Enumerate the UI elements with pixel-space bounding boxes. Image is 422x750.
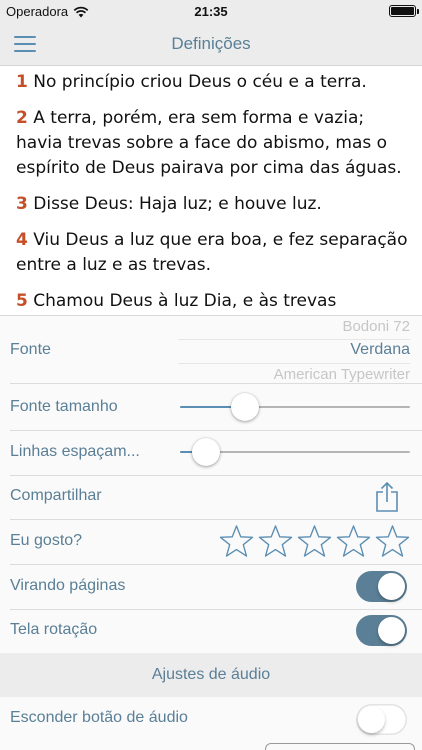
line-spacing-slider[interactable] (180, 438, 410, 466)
line-spacing-label: Linhas espaçam... (10, 443, 140, 460)
nav-bar: Definições (0, 22, 422, 66)
rating-row: Eu gosto? (0, 520, 422, 565)
star-outline-icon[interactable] (336, 524, 371, 558)
rotation-label: Tela rotação (10, 621, 98, 638)
page-turn-toggle[interactable] (356, 571, 407, 602)
rating-stars[interactable] (219, 524, 410, 558)
verse-number: 2 (16, 108, 28, 128)
verse-text: Disse Deus: Haja luz; e houve luz. (33, 194, 322, 214)
status-bar: Operadora 21:35 (0, 0, 422, 22)
verse-number: 5 (16, 291, 28, 311)
battery-icon (389, 5, 419, 17)
verse-text: A terra, porém, era sem forma e vazia; h… (16, 108, 402, 178)
rotation-toggle[interactable] (356, 615, 407, 646)
status-time: 21:35 (194, 4, 228, 19)
font-size-slider[interactable] (180, 393, 410, 421)
bottom-button[interactable] (265, 743, 415, 750)
share-label: Compartilhar (10, 487, 102, 504)
hide-audio-label: Esconder botão de áudio (10, 709, 188, 726)
audio-section-header: Ajustes de áudio (0, 653, 422, 697)
font-option[interactable]: American Typewriter (274, 366, 410, 382)
slider-thumb[interactable] (230, 393, 259, 421)
star-outline-icon[interactable] (375, 524, 410, 558)
font-option-selected[interactable]: Verdana (350, 341, 410, 359)
font-size-row: Fonte tamanho (0, 384, 422, 431)
verse-text: Viu Deus a luz que era boa, e fez separa… (16, 230, 408, 275)
hide-audio-toggle[interactable] (356, 704, 407, 735)
font-size-label: Fonte tamanho (10, 398, 118, 415)
slider-thumb[interactable] (192, 438, 221, 466)
verse: 5 Chamou Deus à luz Dia, e às trevas (16, 289, 410, 314)
verse-text: No princípio criou Deus o céu e a terra. (33, 72, 367, 92)
verse-text: Chamou Deus à luz Dia, e às trevas (33, 291, 337, 311)
line-spacing-row: Linhas espaçam... (0, 431, 422, 476)
font-row: Fonte Bodoni 72 Verdana American Typewri… (0, 316, 422, 384)
star-outline-icon[interactable] (219, 524, 254, 558)
verse: 4 Viu Deus a luz que era boa, e fez sepa… (16, 228, 410, 278)
verse: 1 No princípio criou Deus o céu e a terr… (16, 70, 410, 95)
settings-panel: Fonte Bodoni 72 Verdana American Typewri… (0, 315, 422, 750)
font-picker[interactable]: Bodoni 72 Verdana American Typewriter (178, 316, 410, 382)
rotation-row: Tela rotação (0, 610, 422, 653)
share-row[interactable]: Compartilhar (0, 476, 422, 520)
page-turn-row: Virando páginas (0, 565, 422, 610)
page-turn-label: Virando páginas (10, 577, 126, 594)
star-outline-icon[interactable] (297, 524, 332, 558)
star-outline-icon[interactable] (258, 524, 293, 558)
verse: 3 Disse Deus: Haja luz; e houve luz. (16, 192, 410, 217)
verse-number: 4 (16, 230, 28, 250)
font-label: Fonte (10, 341, 51, 358)
rating-label: Eu gosto? (10, 532, 83, 549)
bible-text: 1 No princípio criou Deus o céu e a terr… (0, 66, 422, 315)
page-title: Definições (171, 34, 251, 53)
font-option[interactable]: Bodoni 72 (342, 318, 410, 335)
hide-audio-row: Esconder botão de áudio (0, 697, 422, 743)
verse-number: 3 (16, 194, 28, 214)
verse-number: 1 (16, 72, 28, 92)
verse: 2 A terra, porém, era sem forma e vazia;… (16, 106, 410, 181)
share-icon[interactable] (374, 481, 400, 513)
